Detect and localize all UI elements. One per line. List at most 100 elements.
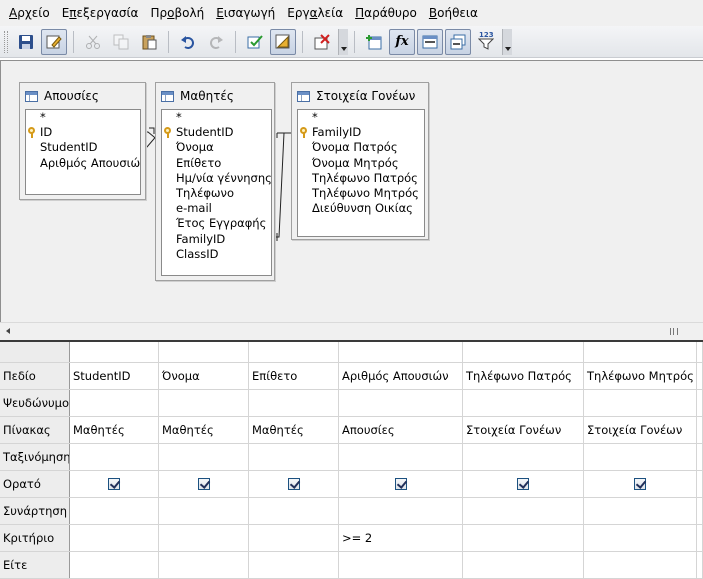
- grid-cell-sort[interactable]: [339, 444, 463, 470]
- column-header[interactable]: [463, 342, 584, 362]
- grid-cell-function[interactable]: [463, 498, 584, 524]
- grid-cell-function[interactable]: [159, 498, 249, 524]
- grid-cell-field[interactable]: [697, 363, 703, 389]
- table-field[interactable]: Διεύθυνση Οικίας: [298, 201, 424, 216]
- table-name-button[interactable]: [417, 28, 443, 55]
- grid-cell-alias[interactable]: [249, 390, 339, 416]
- grid-cell-criterion[interactable]: [697, 525, 703, 551]
- table-field[interactable]: Αριθμός Απουσιών: [26, 156, 140, 171]
- visible-checkbox[interactable]: [517, 478, 529, 490]
- table-field[interactable]: Έτος Εγγραφής: [162, 216, 271, 231]
- table-field[interactable]: Επίθετο: [162, 156, 271, 171]
- undo-button[interactable]: [175, 29, 201, 55]
- grid-cell-visible[interactable]: [339, 471, 463, 497]
- grid-cell-table[interactable]: Απουσίες: [339, 417, 463, 443]
- grid-cell-table[interactable]: Μαθητές: [249, 417, 339, 443]
- grid-cell-visible[interactable]: [697, 471, 703, 497]
- grid-cell-alias[interactable]: [159, 390, 249, 416]
- table-field[interactable]: StudentID: [26, 140, 140, 155]
- functions-button[interactable]: fx: [389, 28, 415, 55]
- table-field[interactable]: Τηλέφωνο Μητρός: [298, 186, 424, 201]
- grid-cell-visible[interactable]: [159, 471, 249, 497]
- menu-item[interactable]: Εισαγωγή: [210, 2, 281, 24]
- visible-checkbox[interactable]: [197, 478, 210, 490]
- grid-cell-sort[interactable]: [697, 444, 703, 470]
- primary-key-field[interactable]: StudentID: [162, 125, 271, 140]
- toolbar-overflow-button[interactable]: [338, 28, 348, 55]
- grid-cell-alias[interactable]: [697, 390, 703, 416]
- grid-cell-visible[interactable]: [463, 471, 584, 497]
- menu-item[interactable]: Επεξεργασία: [56, 2, 145, 24]
- grid-cell-field[interactable]: Αριθμός Απουσιών: [339, 363, 463, 389]
- grid-cell-criterion[interactable]: [584, 525, 697, 551]
- primary-key-field[interactable]: FamilyID: [298, 125, 424, 140]
- edit-mode-button[interactable]: [41, 28, 67, 55]
- save-button[interactable]: [13, 29, 39, 55]
- design-view-button[interactable]: [270, 28, 296, 55]
- column-header[interactable]: [159, 342, 249, 362]
- grid-cell-or[interactable]: [339, 552, 463, 578]
- grid-cell-or[interactable]: [249, 552, 339, 578]
- grid-cell-field[interactable]: StudentID: [70, 363, 159, 389]
- column-header[interactable]: [70, 342, 159, 362]
- menu-item[interactable]: Παράθυρο: [349, 2, 423, 24]
- table-field[interactable]: *: [26, 110, 140, 125]
- run-query-button[interactable]: [242, 29, 268, 55]
- grid-cell-table[interactable]: Στοιχεία Γονέων: [463, 417, 584, 443]
- table-field[interactable]: Τηλέφωνο: [162, 186, 271, 201]
- grid-cell-criterion[interactable]: [159, 525, 249, 551]
- grid-cell-or[interactable]: [697, 552, 703, 578]
- grid-cell-function[interactable]: [697, 498, 703, 524]
- grid-cell-criterion[interactable]: [463, 525, 584, 551]
- visible-checkbox[interactable]: [287, 478, 300, 490]
- grid-cell-visible[interactable]: [584, 471, 697, 497]
- table-field[interactable]: *: [298, 110, 424, 125]
- table-field[interactable]: Τηλέφωνο Πατρός: [298, 171, 424, 186]
- table-window-title[interactable]: Στοιχεία Γονέων: [292, 83, 428, 109]
- visible-checkbox[interactable]: [394, 478, 407, 490]
- grid-cell-field[interactable]: Επίθετο: [249, 363, 339, 389]
- table-window-apousies[interactable]: Απουσίες * ID StudentID Αριθμός Απουσιών: [19, 82, 146, 200]
- column-header[interactable]: [339, 342, 463, 362]
- distinct-values-button[interactable]: 123: [473, 29, 499, 55]
- grid-cell-or[interactable]: [159, 552, 249, 578]
- grid-cell-sort[interactable]: [249, 444, 339, 470]
- copy-button[interactable]: [108, 29, 134, 55]
- redo-button[interactable]: [203, 29, 229, 55]
- grid-cell-function[interactable]: [584, 498, 697, 524]
- paste-button[interactable]: [136, 29, 162, 55]
- table-field[interactable]: Ημ/νία γέννησης: [162, 171, 271, 186]
- grid-cell-function[interactable]: [339, 498, 463, 524]
- grid-cell-function[interactable]: [249, 498, 339, 524]
- grid-cell-field[interactable]: Όνομα: [159, 363, 249, 389]
- table-field[interactable]: e-mail: [162, 201, 271, 216]
- add-tables-button[interactable]: [361, 29, 387, 55]
- grid-cell-alias[interactable]: [70, 390, 159, 416]
- column-header[interactable]: [584, 342, 697, 362]
- grid-cell-visible[interactable]: [70, 471, 159, 497]
- menu-item[interactable]: Αρχείο: [3, 2, 56, 24]
- grid-cell-criterion[interactable]: >= 2: [339, 525, 463, 551]
- grid-cell-table[interactable]: Στοιχεία Γονέων: [584, 417, 697, 443]
- grid-cell-criterion[interactable]: [70, 525, 159, 551]
- grid-cell-sort[interactable]: [584, 444, 697, 470]
- grid-cell-or[interactable]: [584, 552, 697, 578]
- column-header[interactable]: [249, 342, 339, 362]
- alias-button[interactable]: [445, 28, 471, 55]
- grid-cell-table[interactable]: [697, 417, 703, 443]
- visible-checkbox[interactable]: [108, 478, 120, 490]
- design-area-scrollbar[interactable]: [0, 322, 703, 340]
- table-field[interactable]: Όνομα: [162, 140, 271, 155]
- grid-cell-or[interactable]: [70, 552, 159, 578]
- grid-cell-sort[interactable]: [159, 444, 249, 470]
- table-field[interactable]: Όνομα Πατρός: [298, 140, 424, 155]
- scrollbar-grip-icon[interactable]: [670, 328, 678, 335]
- grid-cell-or[interactable]: [463, 552, 584, 578]
- column-header[interactable]: [697, 342, 703, 362]
- grid-cell-alias[interactable]: [584, 390, 697, 416]
- table-window-mathites[interactable]: Μαθητές * StudentID Όνομα Επίθετο Ημ/νία γέν…: [155, 82, 275, 281]
- primary-key-field[interactable]: ID: [26, 125, 140, 140]
- table-window-stoixeia-goneon[interactable]: Στοιχεία Γονέων * FamilyID Όνομα Πατρός Όνο…: [291, 82, 429, 240]
- grid-cell-table[interactable]: Μαθητές: [70, 417, 159, 443]
- grid-cell-alias[interactable]: [339, 390, 463, 416]
